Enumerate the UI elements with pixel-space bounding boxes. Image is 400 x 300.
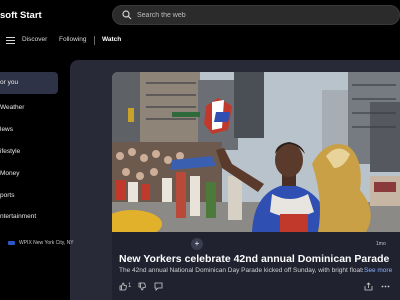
sidebar-item-weather[interactable]: Weather bbox=[0, 97, 58, 119]
more-options-icon[interactable] bbox=[381, 282, 390, 291]
sidebar-item-for-you[interactable]: or you bbox=[0, 72, 58, 94]
sidebar-item-entertainment[interactable]: ntertainment bbox=[0, 206, 58, 228]
sidebar-item-sports[interactable]: ports bbox=[0, 185, 58, 207]
top-bar: soft Start bbox=[0, 0, 400, 30]
feed-nav: Discover Following Watch bbox=[0, 32, 140, 50]
sidebar-item-money[interactable]: Money bbox=[0, 163, 58, 185]
video-card[interactable] bbox=[112, 72, 400, 300]
follow-source-button[interactable]: + bbox=[191, 238, 203, 250]
share-icon[interactable] bbox=[364, 282, 373, 291]
app-title[interactable]: soft Start bbox=[0, 10, 42, 21]
like-icon[interactable] bbox=[119, 282, 127, 291]
sidebar-item-lifestyle[interactable]: ifestyle bbox=[0, 141, 58, 163]
source-name[interactable]: WPIX New York City, NY bbox=[19, 240, 74, 246]
tab-watch[interactable]: Watch bbox=[102, 36, 121, 43]
comment-icon[interactable] bbox=[154, 282, 163, 291]
source-logo-icon bbox=[8, 241, 15, 245]
search-input[interactable] bbox=[137, 8, 387, 22]
search-icon bbox=[122, 10, 132, 20]
card-headline[interactable]: New Yorkers celebrate 42nd annual Domini… bbox=[119, 253, 399, 265]
video-thumbnail[interactable] bbox=[112, 72, 400, 232]
hamburger-menu-icon[interactable] bbox=[6, 37, 15, 44]
like-count: 1 bbox=[128, 283, 132, 289]
search-box[interactable] bbox=[112, 5, 400, 25]
tab-discover[interactable]: Discover bbox=[22, 36, 47, 43]
card-summary: The 42nd annual National Dominican Day P… bbox=[119, 267, 363, 274]
publish-age: 1mo bbox=[376, 241, 386, 247]
tab-following[interactable]: Following bbox=[59, 36, 86, 43]
sidebar-item-news[interactable]: lews bbox=[0, 119, 58, 141]
nav-divider bbox=[94, 36, 95, 45]
dislike-icon[interactable] bbox=[138, 282, 146, 291]
see-more-link[interactable]: See more bbox=[364, 267, 392, 274]
